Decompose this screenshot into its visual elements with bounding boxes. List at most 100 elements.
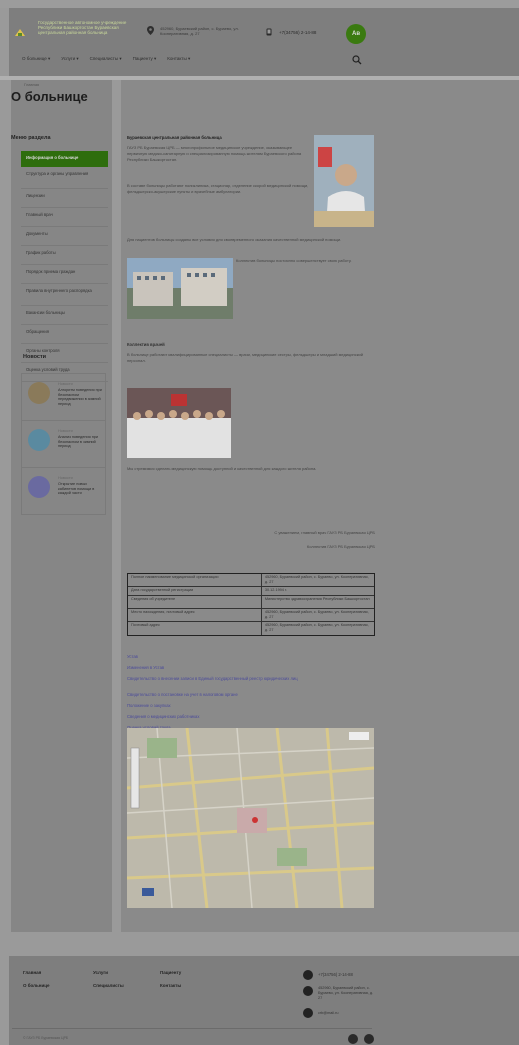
section-menu: Информация о больнице Структура и органы… bbox=[21, 151, 108, 382]
table-value: 452960, Бураевский район, с. Бураево, ул… bbox=[264, 575, 369, 584]
breadcrumb[interactable]: Главная bbox=[24, 82, 39, 87]
map-marker-icon[interactable] bbox=[252, 817, 258, 823]
header-phone[interactable]: +7(34756) 2-14-88 bbox=[279, 30, 316, 35]
news-item[interactable]: Новости Алгоритм поведения при безопасно… bbox=[22, 374, 105, 421]
info-table: Полное наименование медицинской организа… bbox=[127, 573, 375, 636]
map-type-button[interactable] bbox=[349, 732, 369, 740]
news-date: Новости bbox=[58, 476, 73, 480]
table-key: Сведения об учредителе bbox=[128, 596, 262, 608]
location-pin-icon bbox=[147, 26, 154, 35]
nav-item-about[interactable]: О больнице ▾ bbox=[22, 56, 50, 66]
table-key: Дата государственной регистрации bbox=[128, 587, 262, 595]
intro-paragraph: ГАУЗ РБ Бураевская ЦРБ — многопрофильное… bbox=[127, 145, 302, 162]
staff-heading: Коллектив врачей bbox=[127, 342, 165, 347]
document-links: Устав Изменения в Устав Свидетельство о … bbox=[127, 654, 377, 736]
news-item-title[interactable]: Анализ поведения при безопасном в зимний… bbox=[58, 435, 102, 449]
page-title: О больнице bbox=[11, 89, 88, 104]
news-date: Новости bbox=[58, 429, 73, 433]
link-procurement[interactable]: Положение о закупках bbox=[127, 703, 377, 714]
logo-icon[interactable] bbox=[14, 28, 26, 37]
nav-item-patients[interactable]: Пациенту ▾ bbox=[133, 56, 157, 66]
news-date: Новости bbox=[58, 382, 73, 386]
link-egrul[interactable]: Свидетельство о внесении записи в Единый… bbox=[127, 676, 377, 692]
table-row: Полное наименование медицинской организа… bbox=[128, 574, 374, 587]
news-list: Новости Алгоритм поведения при безопасно… bbox=[21, 373, 106, 515]
table-row: Почтовый адрес 452960, Бураевский район, … bbox=[128, 622, 374, 635]
dedication-paragraph: Коллектив больницы постоянно совершенств… bbox=[236, 258, 352, 263]
table-key: Полное наименование медицинской организа… bbox=[128, 574, 262, 586]
signature-2: Коллектив ГАУЗ РБ Бураевская ЦРБ bbox=[306, 544, 375, 549]
section-menu-title: Меню раздела bbox=[11, 135, 51, 141]
footer-link-services[interactable]: Услуги bbox=[93, 970, 108, 975]
phone-icon bbox=[266, 28, 272, 36]
menu-item-appeals[interactable]: Обращения bbox=[21, 325, 108, 344]
news-thumbnail bbox=[28, 382, 50, 404]
table-value: 452960, Бураевский район, с. Бураево, ул… bbox=[264, 623, 369, 632]
news-item-title[interactable]: Открытие новых кабинетов помощи в каждой… bbox=[58, 482, 102, 496]
signature-1: С уважением, главный врач ГАУЗ РБ Бураев… bbox=[274, 530, 375, 535]
copyright: © ГАУЗ РБ Бураевская ЦРБ bbox=[23, 1036, 69, 1040]
footer-link-about[interactable]: О больнице bbox=[23, 983, 50, 988]
search-icon[interactable] bbox=[352, 55, 362, 65]
link-tax[interactable]: Свидетельство о постановке на учет в нал… bbox=[127, 692, 377, 703]
nav-item-specialists[interactable]: Специалисты ▾ bbox=[90, 56, 122, 66]
header-address: 452960, Бураевский район, с. Бураево, ул… bbox=[160, 26, 239, 36]
map-logo-icon bbox=[142, 888, 154, 896]
menu-item-rules[interactable]: Правила внутреннего распорядка bbox=[21, 284, 108, 306]
content-heading: Бураевская центральная районная больница bbox=[127, 135, 222, 140]
footer-link-contacts[interactable]: Контакты bbox=[160, 983, 181, 988]
table-row: Сведения об учредителе Министерство здрав… bbox=[128, 596, 374, 609]
org-name[interactable]: Государственное автономное учреждение Ре… bbox=[38, 20, 134, 36]
top-strip bbox=[0, 0, 519, 8]
link-workers[interactable]: Сведения о медицинских работниках bbox=[127, 714, 377, 725]
ok-icon[interactable] bbox=[364, 1034, 374, 1044]
structure-paragraph: В составе больницы работают поликлиника,… bbox=[127, 183, 309, 194]
news-item[interactable]: Новости Открытие новых кабинетов помощи … bbox=[22, 468, 105, 515]
hospital-building-photo bbox=[127, 258, 233, 319]
menu-item-schedule[interactable]: График работы bbox=[21, 246, 108, 265]
table-value: 452960, Бураевский район, с. Бураево, ул… bbox=[264, 610, 369, 619]
mission-paragraph: Мы стремимся сделать медицинскую помощь … bbox=[127, 466, 317, 471]
accessibility-badge[interactable]: Ав bbox=[346, 24, 366, 44]
footer-address: 452960, Бураевский район, с. Бураево, ул… bbox=[318, 986, 374, 1000]
news-item-title[interactable]: Алгоритм поведения при безопасном передв… bbox=[58, 388, 102, 407]
link-charter-changes[interactable]: Изменения в Устав bbox=[127, 665, 377, 676]
staff-group-photo bbox=[127, 388, 231, 458]
table-row: Место нахождения, почтовый адрес 452960, … bbox=[128, 609, 374, 622]
vk-icon[interactable] bbox=[348, 1034, 358, 1044]
map-zoom-control[interactable] bbox=[130, 747, 140, 809]
footer-email[interactable]: crb@mail.ru bbox=[318, 1011, 339, 1016]
table-row: Дата государственной регистрации 30.12.19… bbox=[128, 587, 374, 596]
location-map[interactable] bbox=[127, 728, 374, 908]
footer-link-specialists[interactable]: Специалисты bbox=[93, 983, 124, 988]
chief-doctor-photo bbox=[314, 135, 374, 227]
nav-item-services[interactable]: Услуги ▾ bbox=[61, 56, 78, 66]
menu-item-vacancies[interactable]: Вакансии больницы bbox=[21, 306, 108, 325]
menu-item-licenses[interactable]: Лицензии bbox=[21, 189, 108, 208]
main-nav: О больнице ▾ Услуги ▾ Специалисты ▾ Паци… bbox=[22, 56, 190, 66]
menu-item-info[interactable]: Информация о больнице bbox=[21, 151, 108, 167]
table-key: Почтовый адрес bbox=[128, 622, 262, 635]
news-thumbnail bbox=[28, 429, 50, 451]
care-paragraph: Для пациентов больницы созданы все услов… bbox=[127, 237, 342, 242]
footer-divider bbox=[12, 1028, 372, 1029]
table-key: Место нахождения, почтовый адрес bbox=[128, 609, 262, 621]
footer-email-icon bbox=[303, 1008, 313, 1018]
news-item[interactable]: Новости Анализ поведения при безопасном … bbox=[22, 421, 105, 468]
site-footer bbox=[9, 956, 519, 1045]
table-value: 30.12.1994 г. bbox=[264, 588, 287, 592]
menu-item-documents[interactable]: Документы bbox=[21, 227, 108, 246]
footer-link-patients[interactable]: Пациенту bbox=[160, 970, 181, 975]
footer-phone-icon bbox=[303, 970, 313, 980]
link-charter[interactable]: Устав bbox=[127, 654, 377, 665]
footer-phone[interactable]: +7(34756) 2-14-88 bbox=[318, 972, 353, 977]
nav-item-contacts[interactable]: Контакты ▾ bbox=[167, 56, 190, 66]
menu-item-structure[interactable]: Структура и органы управления bbox=[21, 167, 108, 189]
table-value: Министерство здравоохранения Республики … bbox=[264, 597, 370, 601]
footer-location-icon bbox=[303, 986, 313, 996]
menu-item-chief-doctor[interactable]: Главный врач bbox=[21, 208, 108, 227]
news-title: Новости bbox=[23, 354, 47, 360]
footer-link-home[interactable]: Главная bbox=[23, 970, 41, 975]
menu-item-reception[interactable]: Порядок приема граждан bbox=[21, 265, 108, 284]
news-thumbnail bbox=[28, 476, 50, 498]
